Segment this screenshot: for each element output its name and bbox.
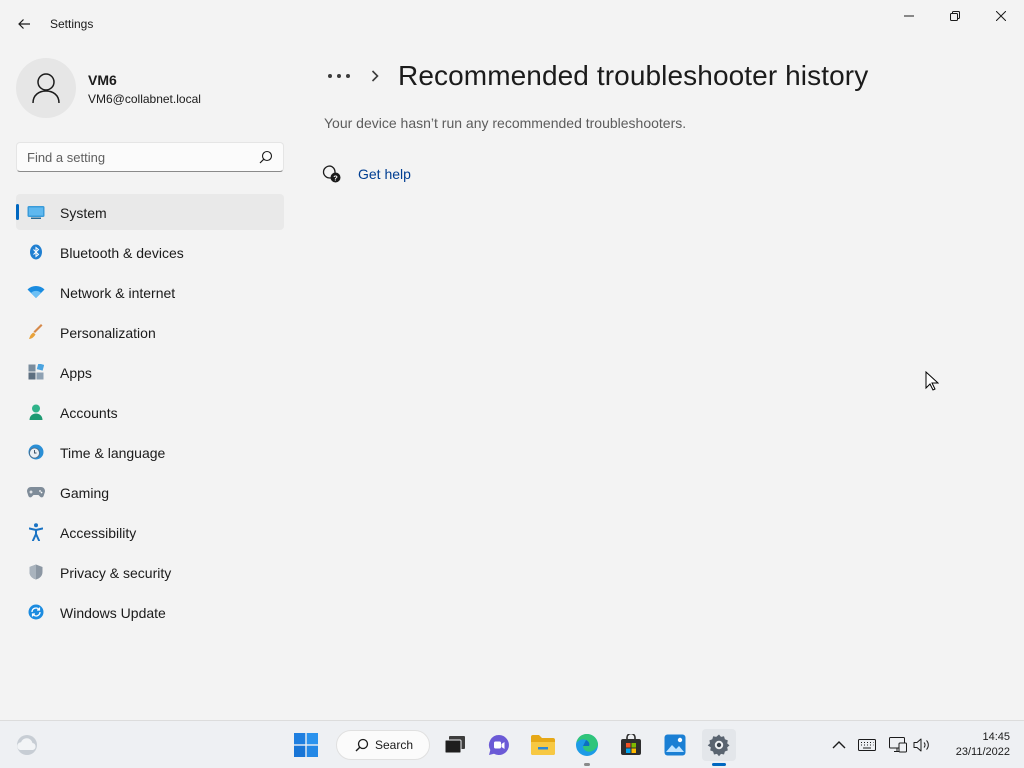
keyboard-icon [858, 739, 876, 751]
task-view-icon [444, 736, 465, 754]
page-description: Your device hasn’t run any recommended t… [324, 115, 687, 131]
widgets-button[interactable] [14, 733, 40, 757]
clock-time: 14:45 [982, 731, 1010, 743]
sidebar-item-apps[interactable]: Apps [16, 354, 284, 390]
volume-tray-button[interactable] [912, 735, 932, 755]
user-profile[interactable]: VM6 VM6@collabnet.local [16, 56, 286, 120]
settings-search[interactable] [16, 142, 284, 172]
sidebar-item-network[interactable]: Network & internet [16, 274, 284, 310]
store-icon [621, 734, 641, 755]
sidebar-item-label: Gaming [60, 485, 110, 501]
sidebar-item-label: Apps [60, 365, 92, 381]
get-help-label: Get help [358, 166, 411, 182]
breadcrumb: Recommended troubleshooter history [324, 58, 868, 94]
taskbar-clock[interactable]: 14:45 23/11/2022 [940, 730, 1010, 760]
sidebar-item-bluetooth[interactable]: Bluetooth & devices [16, 234, 284, 270]
gamepad-icon [27, 484, 45, 500]
taskbar-search-button[interactable]: Search [336, 730, 430, 760]
chat-icon [488, 734, 509, 755]
weather-cloud-icon [17, 735, 37, 755]
show-hidden-icons-button[interactable] [829, 735, 849, 755]
store-button[interactable] [614, 729, 648, 761]
file-explorer-button[interactable] [526, 729, 560, 761]
title-bar: Settings [0, 0, 1024, 48]
close-icon [996, 11, 1006, 21]
get-help-link[interactable]: ? Get help [322, 163, 411, 185]
bluetooth-icon [27, 244, 45, 260]
page-title: Recommended troubleshooter history [398, 60, 869, 91]
speaker-icon [913, 738, 929, 752]
sidebar-item-accounts[interactable]: Accounts [16, 394, 284, 430]
back-button[interactable] [10, 10, 38, 38]
start-icon [294, 733, 318, 757]
help-chat-icon: ? [322, 165, 341, 183]
keyboard-tray-button[interactable] [857, 735, 877, 755]
settings-active-indicator [712, 763, 726, 766]
brush-icon [27, 324, 45, 340]
maximize-button[interactable] [932, 0, 978, 32]
sidebar-nav: System Bluetooth & devices Network & int… [16, 194, 284, 634]
profile-name: VM6 [88, 72, 117, 88]
start-button[interactable] [289, 729, 323, 761]
breadcrumb-more-button[interactable] [324, 61, 354, 91]
avatar [16, 58, 76, 118]
network-tray-button[interactable] [888, 735, 908, 755]
shield-icon [27, 564, 45, 580]
task-view-button[interactable] [438, 729, 472, 761]
minimize-button[interactable] [886, 0, 932, 32]
person-icon [32, 73, 60, 104]
update-icon [27, 604, 45, 620]
clock-date: 23/11/2022 [955, 746, 1010, 758]
more-dots-icon [328, 74, 350, 78]
svg-text:?: ? [333, 173, 338, 182]
edge-button[interactable] [570, 729, 604, 761]
sidebar-item-personalization[interactable]: Personalization [16, 314, 284, 350]
sidebar-item-time-language[interactable]: Time & language [16, 434, 284, 470]
edge-running-indicator [584, 763, 590, 766]
chevron-up-icon [832, 741, 846, 749]
sidebar-item-label: Time & language [60, 445, 166, 461]
back-arrow-icon [18, 19, 30, 29]
search-input[interactable] [27, 143, 247, 171]
sidebar-item-privacy-security[interactable]: Privacy & security [16, 554, 284, 590]
photos-button[interactable] [658, 729, 692, 761]
sidebar-item-label: System [60, 205, 107, 221]
profile-email: VM6@collabnet.local [88, 92, 201, 106]
network-monitor-icon [889, 737, 907, 753]
taskbar: Search 14:45 23/11/2022 [0, 720, 1024, 768]
sidebar-item-label: Network & internet [60, 285, 176, 301]
sidebar-item-label: Windows Update [60, 605, 166, 621]
sidebar-item-gaming[interactable]: Gaming [16, 474, 284, 510]
clock-globe-icon [27, 444, 45, 460]
settings-taskbar-button[interactable] [702, 729, 736, 761]
settings-gear-icon [707, 734, 730, 757]
chevron-right-icon [364, 70, 386, 82]
sidebar-item-windows-update[interactable]: Windows Update [16, 594, 284, 630]
apps-icon [27, 364, 45, 380]
close-button[interactable] [978, 0, 1024, 32]
sidebar-item-system[interactable]: System [16, 194, 284, 230]
sidebar-item-label: Privacy & security [60, 565, 172, 581]
accessibility-icon [27, 523, 45, 541]
sidebar-item-label: Accessibility [60, 525, 137, 541]
taskbar-search-label: Search [375, 738, 414, 752]
file-explorer-icon [531, 735, 555, 755]
search-icon[interactable] [259, 150, 273, 164]
restore-icon [950, 11, 960, 21]
edge-icon [576, 734, 598, 756]
chat-button[interactable] [482, 729, 516, 761]
sidebar-item-label: Accounts [60, 405, 118, 421]
mouse-cursor-icon [925, 371, 939, 391]
minimize-icon [904, 15, 914, 17]
account-icon [27, 404, 45, 420]
search-icon [355, 738, 369, 752]
wifi-icon [27, 284, 45, 300]
app-title: Settings [50, 17, 94, 31]
sidebar-item-accessibility[interactable]: Accessibility [16, 514, 284, 550]
photos-icon [664, 734, 686, 756]
sidebar-item-label: Bluetooth & devices [60, 245, 184, 261]
sidebar-item-label: Personalization [60, 325, 156, 341]
monitor-icon [27, 204, 45, 220]
